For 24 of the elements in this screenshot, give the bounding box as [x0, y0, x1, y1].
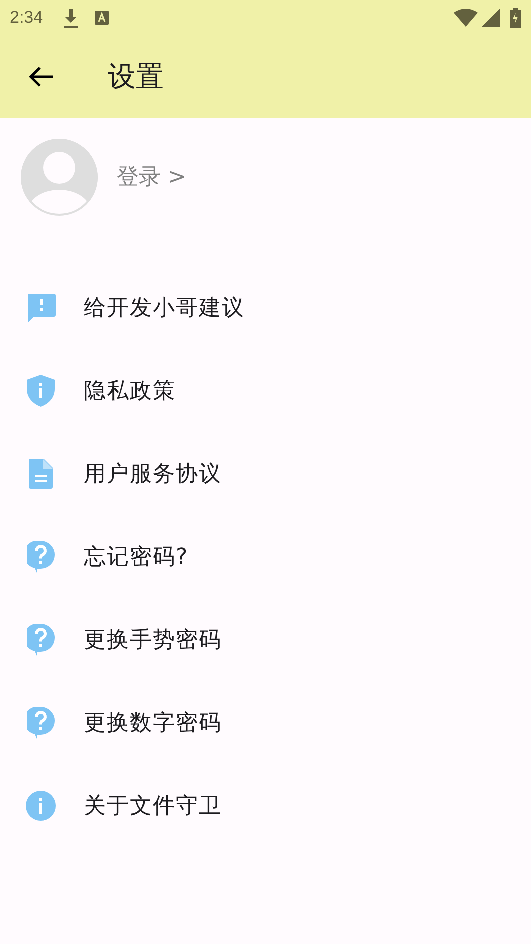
download-icon — [63, 8, 80, 28]
login-link[interactable]: 登录 > — [117, 162, 186, 192]
help-bubble-icon — [27, 540, 55, 572]
status-time: 2:34 — [10, 8, 44, 28]
settings-item[interactable]: 更换数字密码 — [84, 708, 222, 738]
info-icon — [26, 790, 56, 820]
shield-info-icon — [27, 374, 55, 406]
wifi-icon — [454, 9, 478, 27]
settings-item[interactable]: 忘记密码? — [84, 542, 189, 572]
screen-title: 设置 — [108, 59, 164, 95]
settings-item[interactable]: 用户服务协议 — [84, 458, 222, 488]
help-bubble-icon — [27, 706, 55, 738]
keyboard-app-icon — [95, 11, 110, 25]
message-alert-icon — [26, 292, 56, 322]
settings-item[interactable]: 关于文件守卫 — [84, 790, 222, 820]
signal-icon — [482, 9, 500, 27]
document-icon — [29, 458, 53, 488]
battery-icon — [510, 8, 521, 28]
help-bubble-icon — [27, 624, 55, 656]
settings-item[interactable]: 给开发小哥建议 — [84, 292, 245, 322]
settings-item[interactable]: 更换手势密码 — [84, 624, 222, 654]
avatar-icon — [21, 138, 98, 216]
back-arrow-icon — [28, 66, 54, 88]
settings-item[interactable]: 隐私政策 — [84, 376, 176, 406]
